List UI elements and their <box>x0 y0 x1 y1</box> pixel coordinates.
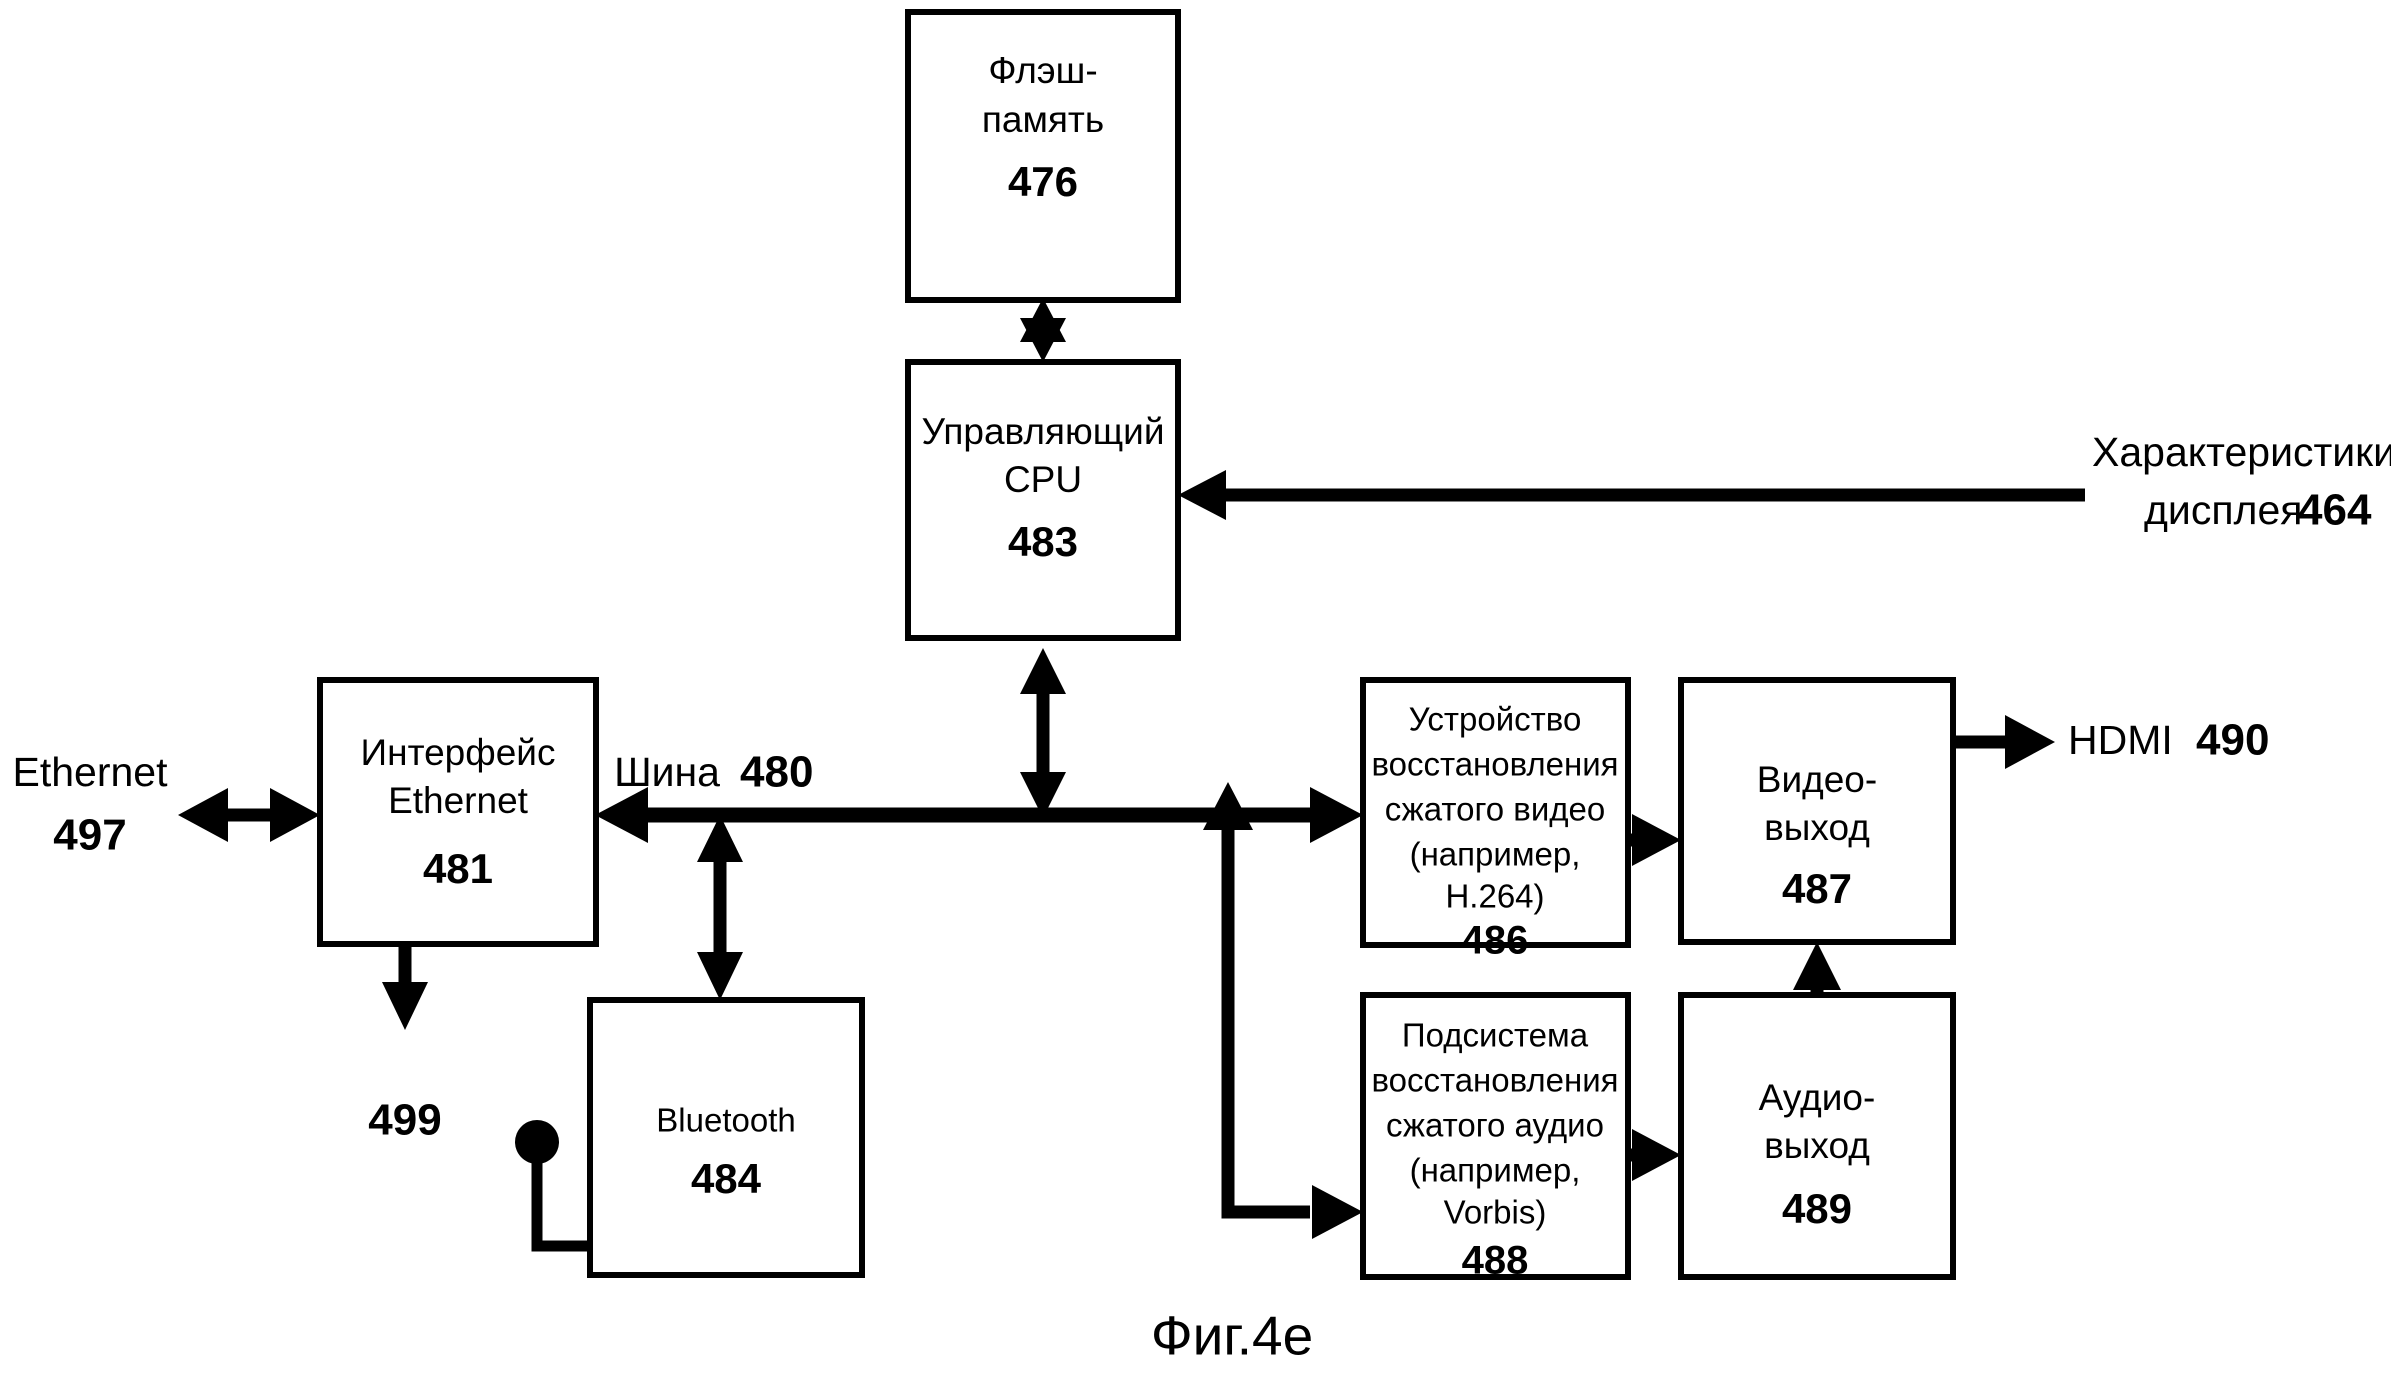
arrowhead-down-to-bluetooth <box>697 952 743 1000</box>
audio-decompressor-number: 488 <box>1462 1239 1529 1283</box>
audio-branch-path <box>1221 815 1310 1219</box>
arrowhead-into-audio-output <box>1632 1129 1681 1181</box>
connector-external-ethernet <box>178 788 320 842</box>
audio-output-line1: Аудио- <box>1759 1077 1876 1118</box>
flash-memory-label-line2: память <box>982 99 1104 140</box>
control-cpu-number: 483 <box>1008 518 1078 565</box>
connector-audio-output-to-video-output <box>1793 942 1841 995</box>
arrowhead-into-cpu-right <box>1178 470 1226 520</box>
bus-label-number: 480 <box>740 748 813 797</box>
arrowhead-up-to-cpu <box>1020 648 1066 694</box>
display-characteristics-line2: дисплея <box>2144 487 2302 533</box>
control-cpu-label-line2: CPU <box>1004 459 1082 500</box>
arrowhead-left-external-ethernet <box>178 788 228 842</box>
connector-video-output-to-hdmi: HDMI 490 <box>1953 715 2269 769</box>
control-cpu-label-line1: Управляющий <box>922 411 1165 452</box>
ethernet-interface-label-line1: Интерфейс <box>361 732 556 773</box>
ethernet-external-number: 497 <box>53 811 126 860</box>
flash-memory-number: 476 <box>1008 158 1078 205</box>
block-audio-output: Аудио- выход 489 <box>1678 992 1956 1280</box>
figure-caption: Фиг.4e <box>1151 1305 1313 1367</box>
flash-memory-label-line1: Флэш- <box>988 50 1097 91</box>
audio-output-number: 489 <box>1782 1185 1852 1232</box>
arrowhead-hdmi <box>2005 715 2055 769</box>
audio-decompressor-line5: Vorbis) <box>1444 1194 1547 1231</box>
bus-arrowhead-right <box>1310 787 1363 843</box>
arrowhead-up-to-bus-audio <box>1203 782 1253 830</box>
arrowhead-into-video-output <box>1632 814 1681 866</box>
arrowhead-down-to-499 <box>382 982 428 1030</box>
bus-label-text: Шина <box>614 749 720 795</box>
block-ethernet-interface: Интерфейс Ethernet 481 <box>317 677 599 947</box>
bus-arrowhead-left <box>595 787 648 843</box>
figure-4e-diagram: Флэш- память 476 Управляющий CPU 483 Хар… <box>0 0 2391 1383</box>
block-flash-memory: Флэш- память 476 <box>905 9 1181 303</box>
display-characteristics-number: 464 <box>2298 486 2372 535</box>
video-output-line2: выход <box>1764 807 1870 848</box>
block-video-output: Видео- выход 487 <box>1678 677 1956 945</box>
bluetooth-label: Bluetooth <box>656 1102 795 1139</box>
block-bluetooth: Bluetooth 484 <box>587 997 865 1278</box>
arrowhead-up-into-video-output <box>1793 942 1841 990</box>
connector-bus-to-audio-decompressor <box>1203 782 1363 1239</box>
antenna-wire <box>531 1155 590 1252</box>
audio-decompressor-line3: сжатого аудио <box>1386 1107 1604 1144</box>
hdmi-label-number: 490 <box>2196 716 2269 765</box>
audio-decompressor-line4: (например, <box>1410 1152 1581 1189</box>
connector-video-decompressor-to-video-output <box>1628 814 1681 866</box>
ethernet-interface-number: 481 <box>423 845 493 892</box>
arrowhead-right-into-ethernet-iface <box>270 788 320 842</box>
audio-output-line2: выход <box>1764 1125 1870 1166</box>
audio-decompressor-line1: Подсистема <box>1402 1017 1589 1054</box>
video-decompressor-line3: сжатого видео <box>1385 791 1605 828</box>
connector-flash-to-cpu <box>1020 298 1066 362</box>
connector-display-characteristics-to-cpu <box>1178 470 2085 520</box>
hdmi-label-text: HDMI <box>2068 717 2173 763</box>
block-audio-decompressor: Подсистема восстановления сжатого аудио … <box>1360 992 1631 1283</box>
connector-cpu-to-bus <box>1020 648 1066 818</box>
video-decompressor-line2: восстановления <box>1371 746 1618 783</box>
bluetooth-number: 484 <box>691 1155 762 1202</box>
block-diagram-canvas: Флэш- память 476 Управляющий CPU 483 Хар… <box>13 9 2391 1367</box>
ethernet-external-text: Ethernet <box>13 749 169 795</box>
display-characteristics-line1: Характеристики <box>2092 429 2391 475</box>
connector-ethernet-to-499: 499 <box>368 944 442 1145</box>
connector-bus-to-bluetooth <box>697 815 743 1000</box>
bluetooth-antenna <box>515 1120 590 1252</box>
label-display-characteristics: Характеристики дисплея 464 <box>2092 429 2391 535</box>
video-decompressor-number: 486 <box>1462 919 1529 963</box>
control-cpu-box <box>905 359 1181 641</box>
arrowhead-into-audio-decompressor <box>1312 1185 1363 1239</box>
label-ethernet-external: Ethernet 497 <box>13 749 169 860</box>
antenna-dot-icon <box>515 1120 559 1164</box>
block-control-cpu: Управляющий CPU 483 <box>905 359 1181 641</box>
video-decompressor-line4: (например, <box>1410 836 1581 873</box>
ethernet-interface-label-line2: Ethernet <box>388 780 529 821</box>
video-decompressor-line5: H.264) <box>1445 878 1544 915</box>
audio-decompressor-line2: восстановления <box>1371 1062 1618 1099</box>
connector-audio-decompressor-to-audio-output <box>1628 1129 1681 1181</box>
block-video-decompressor: Устройство восстановления сжатого видео … <box>1360 677 1631 963</box>
video-output-line1: Видео- <box>1757 759 1877 800</box>
video-output-number: 487 <box>1782 865 1852 912</box>
ethernet-out-ref-number: 499 <box>368 1096 441 1145</box>
video-decompressor-line1: Устройство <box>1409 701 1582 738</box>
